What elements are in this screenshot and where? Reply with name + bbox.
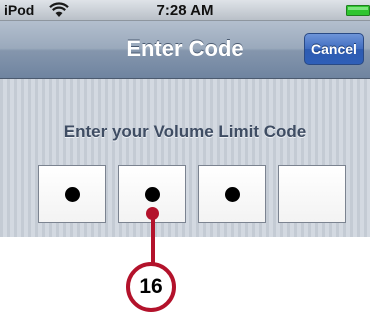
digit-dot <box>65 187 80 202</box>
navigation-bar: Enter Code Cancel <box>0 21 370 79</box>
callout-anchor <box>146 207 159 220</box>
callout-line <box>151 212 155 266</box>
digit-dot <box>145 187 160 202</box>
code-digit-1[interactable] <box>38 165 106 223</box>
code-digit-3[interactable] <box>198 165 266 223</box>
step-callout-badge: 16 <box>126 262 176 312</box>
code-entry-panel: Enter your Volume Limit Code <box>0 79 370 237</box>
ipod-screen: iPod 7:28 AM Enter Code Cancel Enter you… <box>0 0 370 237</box>
cancel-button[interactable]: Cancel <box>304 33 364 65</box>
battery-icon <box>346 5 370 16</box>
code-digit-4[interactable] <box>278 165 346 223</box>
digit-dot <box>225 187 240 202</box>
code-prompt: Enter your Volume Limit Code <box>63 122 307 141</box>
status-bar: iPod 7:28 AM <box>0 0 370 21</box>
status-time: 7:28 AM <box>156 2 214 19</box>
